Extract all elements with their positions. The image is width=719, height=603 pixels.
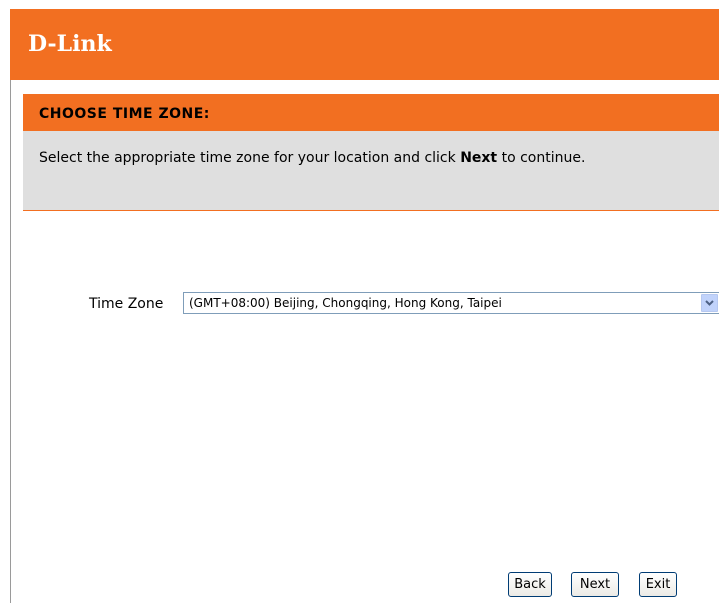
next-button[interactable]: Next [571,572,619,597]
back-button[interactable]: Back [508,572,552,597]
dlink-logo: D-Link [28,31,112,57]
timezone-selected-value: (GMT+08:00) Beijing, Chongqing, Hong Kon… [189,296,502,310]
section-title: CHOOSE TIME ZONE: [39,106,210,122]
section-header: CHOOSE TIME ZONE: [23,94,719,131]
timezone-select[interactable]: (GMT+08:00) Beijing, Chongqing, Hong Kon… [183,292,719,314]
description-next-emphasis: Next [460,150,498,166]
section-description: Select the appropriate time zone for you… [39,147,699,169]
timezone-label: Time Zone [89,296,164,312]
description-prefix: Select the appropriate time zone for you… [39,150,461,166]
exit-button[interactable]: Exit [639,572,677,597]
dropdown-button[interactable] [701,294,718,312]
chevron-down-icon [705,300,714,306]
header-bar: D-Link [10,9,719,80]
section-description-panel: Select the appropriate time zone for you… [23,131,719,211]
page: D-Link CHOOSE TIME ZONE: Select the appr… [0,0,719,603]
description-suffix: to continue. [497,150,586,166]
left-divider [10,80,11,603]
